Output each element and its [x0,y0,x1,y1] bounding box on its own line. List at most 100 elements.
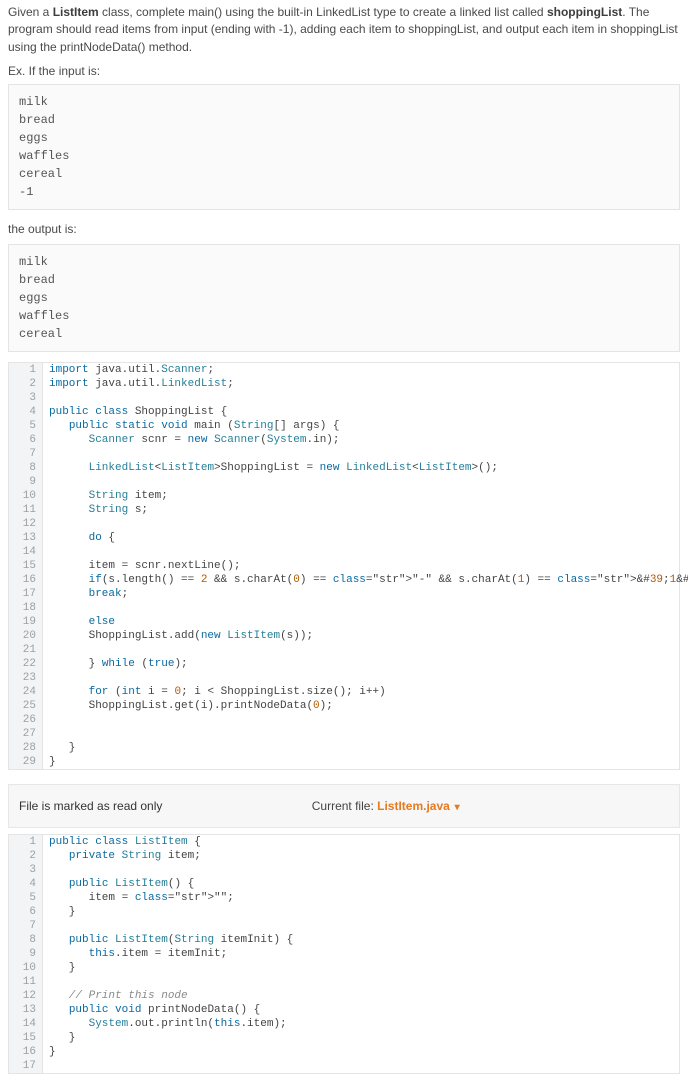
line-number: 6 [9,905,43,919]
line-number: 17 [9,587,43,601]
code-text: import java.util.LinkedList; [43,377,679,391]
code-line: 25 ShoppingList.get(i).printNodeData(0); [9,699,679,713]
code-line: 20 ShoppingList.add(new ListItem(s)); [9,629,679,643]
line-number: 24 [9,685,43,699]
code-line: 5 item = class="str">""; [9,891,679,905]
code-line: 2 private String item; [9,849,679,863]
code-line: 15 item = scnr.nextLine(); [9,559,679,573]
code-text [43,713,679,727]
code-line: 2import java.util.LinkedList; [9,377,679,391]
line-number: 16 [9,573,43,587]
code-line: 6 } [9,905,679,919]
line-number: 16 [9,1045,43,1059]
mono-line: eggs [19,129,669,147]
code-line: 26 [9,713,679,727]
current-file-prefix: Current file: [312,799,374,813]
code-text: } [43,1031,679,1045]
code-line: 14 System.out.println(this.item); [9,1017,679,1031]
prompt-text: Given a [8,5,53,19]
code-line: 28 } [9,741,679,755]
mono-line: bread [19,271,669,289]
code-text: item = class="str">""; [43,891,679,905]
line-number: 27 [9,727,43,741]
code-text: ShoppingList.add(new ListItem(s)); [43,629,679,643]
line-number: 5 [9,891,43,905]
code-line: 1import java.util.Scanner; [9,363,679,377]
code-text: Scanner scnr = new Scanner(System.in); [43,433,679,447]
prompt-bold-shoppinglist: shoppingList [547,5,622,19]
code-text: System.out.println(this.item); [43,1017,679,1031]
code-line: 18 [9,601,679,615]
code-line: 21 [9,643,679,657]
code-line: 8 LinkedList<ListItem>ShoppingList = new… [9,461,679,475]
code-text: private String item; [43,849,679,863]
mono-line: cereal [19,325,669,343]
readonly-label: File is marked as read only [19,799,162,813]
example-output-label: the output is: [0,220,688,244]
code-text: if(s.length() == 2 && s.charAt(0) == cla… [43,573,688,587]
code-line: 16} [9,1045,679,1059]
line-number: 25 [9,699,43,713]
code-line: 12 // Print this node [9,989,679,1003]
mono-line: cereal [19,165,669,183]
code-line: 13 public void printNodeData() { [9,1003,679,1017]
line-number: 2 [9,377,43,391]
line-number: 8 [9,933,43,947]
code-line: 9 [9,475,679,489]
code-line: 13 do { [9,531,679,545]
code-text [43,517,679,531]
code-text: } [43,905,679,919]
code-text: break; [43,587,679,601]
code-line: 7 [9,447,679,461]
code-text: LinkedList<ListItem>ShoppingList = new L… [43,461,679,475]
code-line: 11 String s; [9,503,679,517]
code-line: 8 public ListItem(String itemInit) { [9,933,679,947]
line-number: 22 [9,657,43,671]
line-number: 13 [9,531,43,545]
code-line: 14 [9,545,679,559]
mono-line: waffles [19,307,669,325]
code-line: 27 [9,727,679,741]
code-text: } [43,755,679,769]
mono-line: bread [19,111,669,129]
code-text: import java.util.Scanner; [43,363,679,377]
code-line: 3 [9,863,679,877]
line-number: 2 [9,849,43,863]
line-number: 10 [9,489,43,503]
code-text: } while (true); [43,657,679,671]
code-text [43,475,679,489]
mono-line: milk [19,93,669,111]
code-line: 24 for (int i = 0; i < ShoppingList.size… [9,685,679,699]
chevron-down-icon: ▾ [452,802,460,813]
code-line: 10 } [9,961,679,975]
line-number: 9 [9,947,43,961]
line-number: 23 [9,671,43,685]
code-text: this.item = itemInit; [43,947,679,961]
line-number: 14 [9,1017,43,1031]
code-line: 22 } while (true); [9,657,679,671]
code-text: public ListItem(String itemInit) { [43,933,679,947]
prompt-text: class, complete main() using the built-i… [99,5,547,19]
line-number: 7 [9,919,43,933]
line-number: 11 [9,975,43,989]
code-text: // Print this node [43,989,679,1003]
mono-line: waffles [19,147,669,165]
code-line: 17 [9,1059,679,1073]
code-text: } [43,961,679,975]
line-number: 14 [9,545,43,559]
line-number: 26 [9,713,43,727]
code-text [43,447,679,461]
line-number: 18 [9,601,43,615]
code-text [43,601,679,615]
code-text: String item; [43,489,679,503]
line-number: 4 [9,405,43,419]
code-text: item = scnr.nextLine(); [43,559,679,573]
code-line: 23 [9,671,679,685]
code-editor-shoppinglist[interactable]: 1import java.util.Scanner;2import java.u… [8,362,680,770]
code-line: 19 else [9,615,679,629]
code-text [43,643,679,657]
line-number: 12 [9,989,43,1003]
current-file-dropdown[interactable]: ListItem.java ▾ [377,799,460,813]
code-line: 3 [9,391,679,405]
code-text: public ListItem() { [43,877,679,891]
